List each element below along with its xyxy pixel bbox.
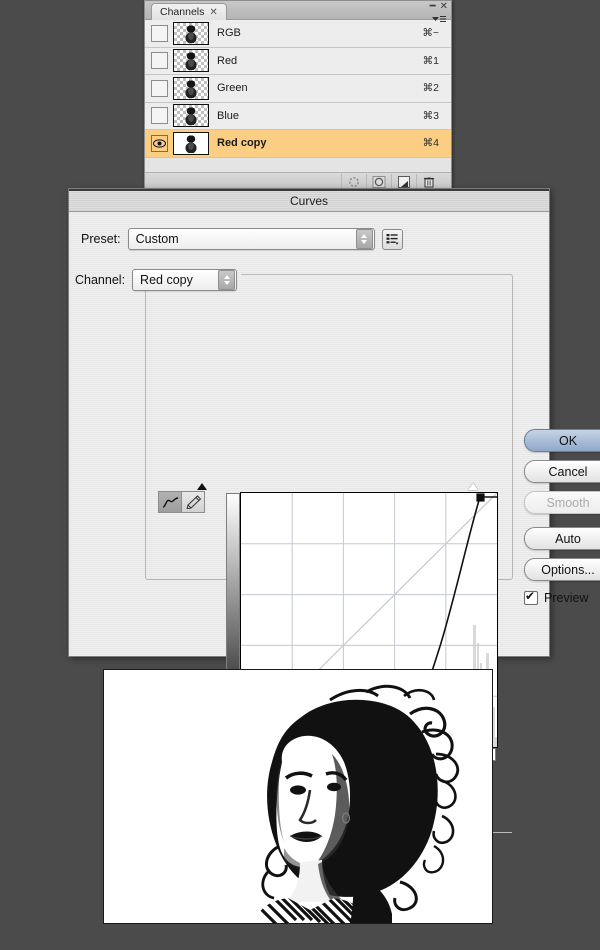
channel-name: Green [217, 82, 248, 95]
minimize-icon[interactable]: ━ [430, 2, 436, 12]
channel-name: RGB [217, 27, 241, 40]
black-point-marker[interactable] [197, 483, 207, 490]
dialog-buttons: OK Cancel Smooth Auto Options... Preview [524, 429, 600, 605]
eye-left [290, 785, 306, 795]
channel-label: Channel: [75, 273, 126, 287]
eye-toggle-icon[interactable] [150, 52, 168, 70]
visibility-cell[interactable] [145, 79, 173, 97]
channel-thumbnail [173, 131, 209, 155]
photoshop-curves-screen: Channels ✕ ━ ✕ RGB ⌘~ Red ⌘1 Green ⌘2 Bl… [0, 0, 600, 950]
tab-channels-label: Channels [160, 6, 205, 18]
close-icon[interactable]: ✕ [209, 7, 217, 18]
channel-name: Blue [217, 109, 240, 122]
channel-thumbnail [173, 104, 209, 128]
white-point-marker[interactable] [468, 483, 478, 490]
preview-row[interactable]: Preview [524, 589, 600, 605]
curve-draw-icon[interactable] [159, 492, 181, 512]
channel-shortcut: ⌘1 [422, 54, 439, 67]
channels-panel-titlebar[interactable]: Channels ✕ ━ ✕ [145, 1, 451, 22]
eye-toggle-icon[interactable] [150, 107, 168, 125]
visibility-cell[interactable] [145, 24, 173, 42]
channel-name: Red [217, 54, 238, 67]
eye-right [327, 782, 341, 792]
visibility-cell[interactable] [145, 134, 173, 152]
panel-menu-icon[interactable] [431, 14, 447, 25]
channel-row-red-copy[interactable]: Red copy ⌘4 [145, 130, 451, 158]
preset-dropdown[interactable]: Custom [127, 228, 375, 250]
channel-shortcut: ⌘3 [422, 109, 439, 122]
pencil-draw-icon[interactable] [181, 492, 204, 512]
curve-edit-tools [158, 491, 205, 513]
auto-button[interactable]: Auto [524, 527, 600, 550]
preset-label: Preset: [81, 232, 121, 246]
channels-list: RGB ⌘~ Red ⌘1 Green ⌘2 Blue ⌘3 Red copy … [145, 20, 451, 172]
channel-row: Channel: Red copy [75, 269, 242, 291]
channel-thumbnail [173, 49, 209, 73]
chevron-updown-icon[interactable] [355, 229, 373, 249]
document-image-preview[interactable] [103, 669, 493, 924]
tab-channels[interactable]: Channels ✕ [151, 3, 227, 20]
channels-window-buttons[interactable]: ━ ✕ [430, 2, 448, 12]
preset-menu-icon[interactable] [381, 228, 403, 250]
chevron-updown-icon[interactable] [218, 270, 236, 290]
channel-shortcut: ⌘2 [422, 82, 439, 95]
portrait-illustration [104, 670, 492, 923]
channel-row-green[interactable]: Green ⌘2 [145, 75, 451, 103]
channel-shortcut: ⌘~ [422, 27, 439, 40]
preview-label: Preview [544, 591, 589, 605]
eye-toggle-icon[interactable] [150, 79, 168, 97]
visibility-cell[interactable] [145, 107, 173, 125]
curves-dialog: Curves Preset: Custom Channel: Red copy … [68, 188, 600, 843]
channel-thumbnail [173, 21, 209, 45]
curves-dialog-titlebar[interactable]: Curves [69, 189, 549, 212]
control-point-white [476, 493, 485, 502]
curves-dialog-body: Preset: Custom Channel: Red copy OK Canc… [69, 212, 600, 843]
channel-name: Red copy [217, 137, 267, 150]
channel-shortcut: ⌘4 [422, 137, 439, 150]
channel-dropdown[interactable]: Red copy [132, 269, 238, 291]
preset-value: Custom [135, 232, 179, 246]
close-window-icon[interactable]: ✕ [440, 2, 448, 12]
preview-checkbox[interactable] [524, 589, 538, 605]
channel-row-red[interactable]: Red ⌘1 [145, 47, 451, 75]
eye-toggle-icon[interactable] [150, 24, 168, 42]
smooth-button[interactable]: Smooth [524, 491, 600, 514]
channels-panel: Channels ✕ ━ ✕ RGB ⌘~ Red ⌘1 Green ⌘2 Bl… [144, 0, 452, 192]
eye-toggle-icon[interactable] [150, 134, 168, 152]
channel-value: Red copy [140, 273, 193, 287]
channel-row-rgb[interactable]: RGB ⌘~ [145, 20, 451, 48]
ok-button[interactable]: OK [524, 429, 600, 452]
channel-thumbnail [173, 76, 209, 100]
channel-row-blue[interactable]: Blue ⌘3 [145, 102, 451, 130]
visibility-cell[interactable] [145, 52, 173, 70]
options-button[interactable]: Options... [524, 558, 600, 581]
channels-list-empty-area [145, 157, 451, 172]
preset-row: Preset: Custom [81, 228, 403, 250]
curves-dialog-title: Curves [289, 194, 328, 208]
cancel-button[interactable]: Cancel [524, 460, 600, 483]
